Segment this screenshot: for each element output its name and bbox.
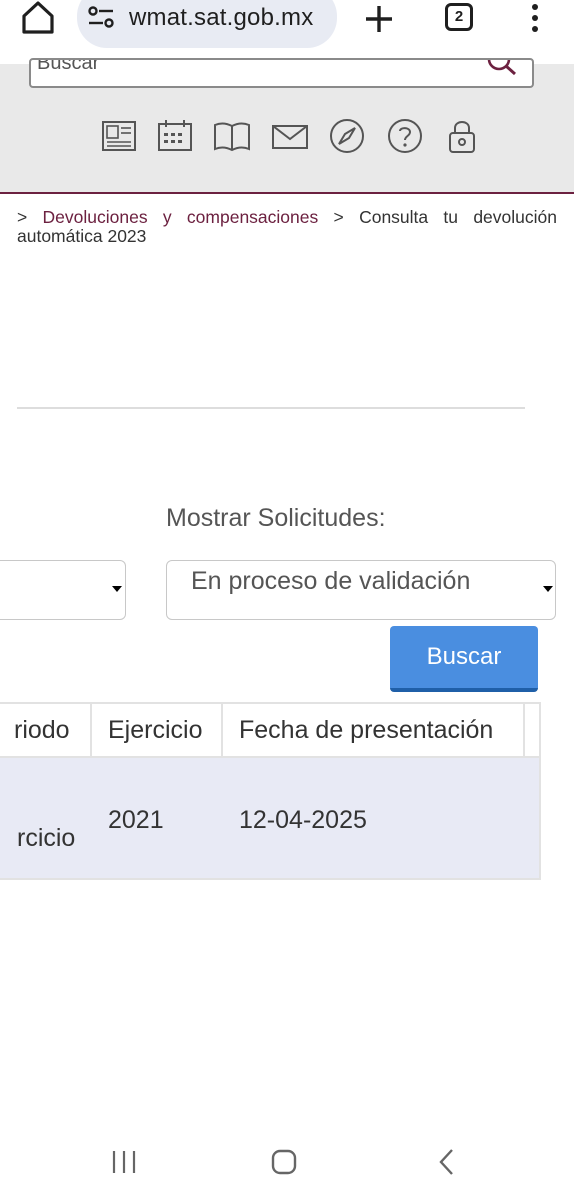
book-icon[interactable] — [213, 118, 251, 154]
results-table: riodo Ejercicio Fecha de presentación rc… — [0, 702, 541, 880]
site-header — [0, 58, 574, 194]
recent-apps-icon[interactable] — [110, 1148, 138, 1181]
search-icon[interactable] — [486, 60, 518, 82]
compass-icon[interactable] — [328, 118, 366, 154]
status-select[interactable]: En proceso de validación — [166, 560, 556, 620]
chevron-down-icon — [112, 586, 122, 592]
mail-icon[interactable] — [271, 118, 309, 154]
search-box[interactable] — [29, 58, 534, 88]
breadcrumb: > Devoluciones y compensaciones > Consul… — [17, 208, 557, 246]
cell-fecha: 12-04-2025 — [239, 806, 367, 834]
breadcrumb-separator: > — [17, 207, 28, 227]
url-text[interactable]: wmat.sat.gob.mx — [129, 4, 313, 32]
home-circle-icon[interactable] — [270, 1148, 298, 1181]
column-header-fecha: Fecha de presentación — [223, 704, 525, 756]
back-icon[interactable] — [434, 1148, 462, 1181]
news-icon[interactable] — [100, 118, 138, 154]
chevron-down-icon — [543, 586, 553, 592]
breadcrumb-link[interactable]: Devoluciones y compensaciones — [43, 207, 319, 227]
help-icon[interactable] — [386, 118, 424, 154]
search-input[interactable] — [37, 60, 457, 78]
header-icon-row — [98, 118, 498, 154]
lock-icon[interactable] — [443, 118, 481, 154]
table-header: riodo Ejercicio Fecha de presentación — [0, 704, 539, 758]
period-select[interactable] — [0, 560, 126, 620]
more-vert-icon[interactable] — [524, 2, 546, 36]
home-icon[interactable] — [16, 0, 60, 36]
table-row[interactable]: rcicio 2021 12-04-2025 — [0, 758, 539, 878]
site-info-icon[interactable] — [87, 4, 115, 30]
column-header-ejercicio: Ejercicio — [92, 704, 223, 756]
status-select-value: En proceso de validación — [191, 567, 471, 595]
address-bar[interactable]: wmat.sat.gob.mx — [77, 0, 337, 48]
mostrar-label: Mostrar Solicitudes: — [166, 504, 386, 532]
breadcrumb-separator: > — [333, 207, 344, 227]
browser-toolbar: wmat.sat.gob.mx 2 — [0, 0, 574, 64]
divider — [17, 407, 525, 409]
calendar-icon[interactable] — [156, 118, 194, 154]
cell-ejercicio: 2021 — [108, 806, 164, 834]
cell-periodo: rcicio — [17, 824, 76, 852]
plus-icon[interactable] — [362, 2, 396, 36]
android-nav-bar — [0, 1130, 574, 1200]
column-header-periodo: riodo — [0, 704, 92, 756]
tabs-icon[interactable]: 2 — [445, 3, 473, 31]
search-button[interactable]: Buscar — [390, 626, 538, 692]
